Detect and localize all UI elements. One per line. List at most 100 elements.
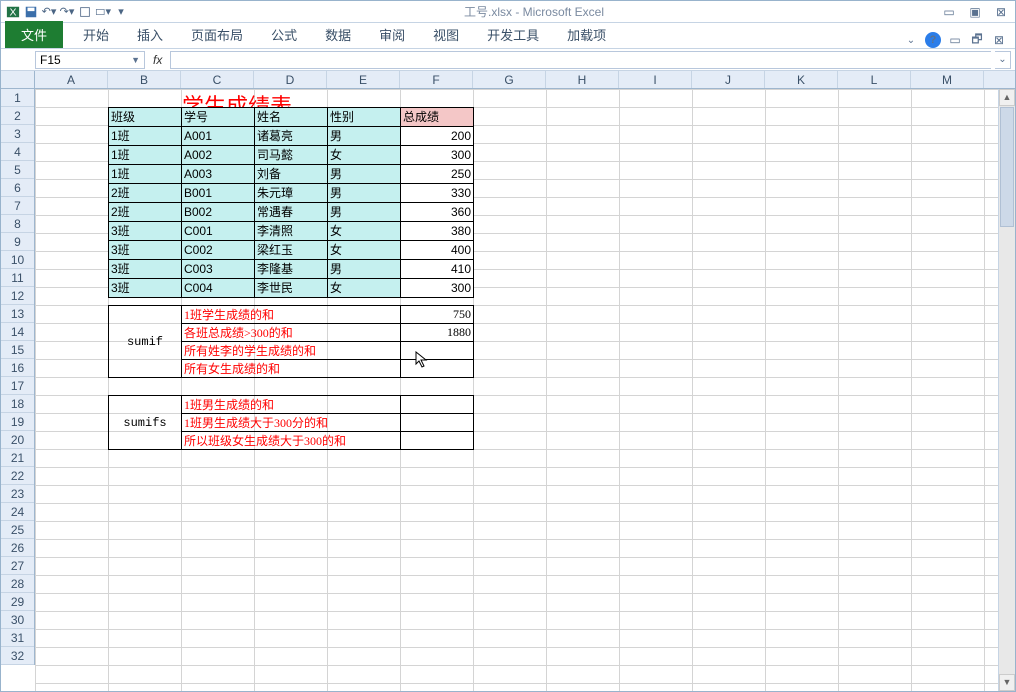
cell[interactable]: 2班	[109, 203, 182, 222]
rowhead-5[interactable]: 5	[1, 161, 34, 179]
colhead-B[interactable]: B	[108, 71, 181, 88]
fx-icon[interactable]: fx	[149, 53, 166, 67]
rowhead-26[interactable]: 26	[1, 539, 34, 557]
rowhead-22[interactable]: 22	[1, 467, 34, 485]
colhead-J[interactable]: J	[692, 71, 765, 88]
sumif-desc[interactable]: 各班总成绩>300的和	[182, 324, 401, 342]
tab-insert[interactable]: 插入	[123, 21, 177, 48]
cell[interactable]: 1班	[109, 146, 182, 165]
cell[interactable]: 男	[328, 127, 401, 146]
cell[interactable]: 380	[401, 222, 474, 241]
scroll-thumb[interactable]	[1000, 107, 1014, 227]
rowhead-25[interactable]: 25	[1, 521, 34, 539]
cell[interactable]: C003	[182, 260, 255, 279]
tab-review[interactable]: 审阅	[365, 21, 419, 48]
tab-layout[interactable]: 页面布局	[177, 21, 257, 48]
rowhead-23[interactable]: 23	[1, 485, 34, 503]
minimize-icon[interactable]: ▭	[939, 5, 959, 19]
tab-view[interactable]: 视图	[419, 21, 473, 48]
cell[interactable]: 3班	[109, 279, 182, 298]
cell[interactable]: 男	[328, 203, 401, 222]
colhead-A[interactable]: A	[35, 71, 108, 88]
cell[interactable]: 梁红玉	[255, 241, 328, 260]
sumifs-desc[interactable]: 所以班级女生成绩大于300的和	[182, 432, 401, 450]
rowhead-14[interactable]: 14	[1, 323, 34, 341]
chevron-down-icon[interactable]: ▼	[131, 52, 140, 68]
cell[interactable]: 李世民	[255, 279, 328, 298]
rowhead-18[interactable]: 18	[1, 395, 34, 413]
undo-icon[interactable]: ↶▾	[41, 4, 57, 20]
rowhead-8[interactable]: 8	[1, 215, 34, 233]
cell[interactable]: 300	[401, 279, 474, 298]
cell[interactable]: 朱元璋	[255, 184, 328, 203]
cell[interactable]: 200	[401, 127, 474, 146]
close-icon[interactable]: ⊠	[991, 5, 1011, 19]
cell[interactable]: C002	[182, 241, 255, 260]
sumif-val[interactable]: 750	[401, 306, 474, 324]
cell[interactable]: 400	[401, 241, 474, 260]
rowhead-4[interactable]: 4	[1, 143, 34, 161]
sumifs-desc[interactable]: 1班男生成绩的和	[182, 396, 401, 414]
redo-icon[interactable]: ↷▾	[59, 4, 75, 20]
name-box[interactable]: F15 ▼	[35, 51, 145, 69]
rowhead-32[interactable]: 32	[1, 647, 34, 665]
sumifs-val[interactable]	[401, 396, 474, 414]
sumifs-desc[interactable]: 1班男生成绩大于300分的和	[182, 414, 401, 432]
cell[interactable]: 刘备	[255, 165, 328, 184]
cell[interactable]: 3班	[109, 241, 182, 260]
rowhead-30[interactable]: 30	[1, 611, 34, 629]
help-icon[interactable]: ?	[925, 32, 941, 48]
file-tab[interactable]: 文件	[5, 21, 63, 48]
colhead-L[interactable]: L	[838, 71, 911, 88]
tab-formulas[interactable]: 公式	[257, 21, 311, 48]
ribbon-close-icon[interactable]: ⊠	[991, 32, 1007, 48]
cell[interactable]: B002	[182, 203, 255, 222]
cell[interactable]: 女	[328, 279, 401, 298]
sumif-val[interactable]	[401, 360, 474, 378]
rowhead-16[interactable]: 16	[1, 359, 34, 377]
scroll-down-icon[interactable]: ▼	[999, 674, 1015, 691]
colhead-D[interactable]: D	[254, 71, 327, 88]
rowhead-24[interactable]: 24	[1, 503, 34, 521]
cell[interactable]: 女	[328, 222, 401, 241]
sumif-desc[interactable]: 所有姓李的学生成绩的和	[182, 342, 401, 360]
cell[interactable]: 2班	[109, 184, 182, 203]
cell[interactable]: 男	[328, 260, 401, 279]
save-icon[interactable]	[23, 4, 39, 20]
rowhead-17[interactable]: 17	[1, 377, 34, 395]
cell[interactable]: 330	[401, 184, 474, 203]
ribbon-min-icon[interactable]: ▭	[947, 32, 963, 48]
colhead-H[interactable]: H	[546, 71, 619, 88]
qat-icon-2[interactable]: ▾	[95, 4, 111, 20]
sumifs-val[interactable]	[401, 414, 474, 432]
colhead-F[interactable]: F	[400, 71, 473, 88]
cell[interactable]: 女	[328, 241, 401, 260]
sumif-desc[interactable]: 所有女生成绩的和	[182, 360, 401, 378]
rowhead-28[interactable]: 28	[1, 575, 34, 593]
rowhead-11[interactable]: 11	[1, 269, 34, 287]
colhead-G[interactable]: G	[473, 71, 546, 88]
ribbon-restore-icon[interactable]: 🗗	[969, 32, 985, 48]
cell[interactable]: 250	[401, 165, 474, 184]
colhead-K[interactable]: K	[765, 71, 838, 88]
qat-icon[interactable]	[77, 4, 93, 20]
cell[interactable]: 诸葛亮	[255, 127, 328, 146]
sumifs-val[interactable]	[401, 432, 474, 450]
cell[interactable]: A001	[182, 127, 255, 146]
rowhead-19[interactable]: 19	[1, 413, 34, 431]
cell[interactable]: 司马懿	[255, 146, 328, 165]
cell[interactable]: 3班	[109, 222, 182, 241]
tab-developer[interactable]: 开发工具	[473, 21, 553, 48]
colhead-C[interactable]: C	[181, 71, 254, 88]
rowhead-12[interactable]: 12	[1, 287, 34, 305]
formula-expand-icon[interactable]: ⌄	[995, 51, 1011, 69]
cells-area[interactable]: 学生成绩表 班级学号姓名性别总成绩1班A001诸葛亮男2001班A002司马懿女…	[35, 89, 998, 691]
rowhead-6[interactable]: 6	[1, 179, 34, 197]
qat-customize-icon[interactable]: ▾	[113, 4, 129, 20]
tab-home[interactable]: 开始	[69, 21, 123, 48]
cell[interactable]: 女	[328, 146, 401, 165]
colhead-M[interactable]: M	[911, 71, 984, 88]
cell[interactable]: A003	[182, 165, 255, 184]
tab-addins[interactable]: 加载项	[553, 21, 620, 48]
rowhead-29[interactable]: 29	[1, 593, 34, 611]
